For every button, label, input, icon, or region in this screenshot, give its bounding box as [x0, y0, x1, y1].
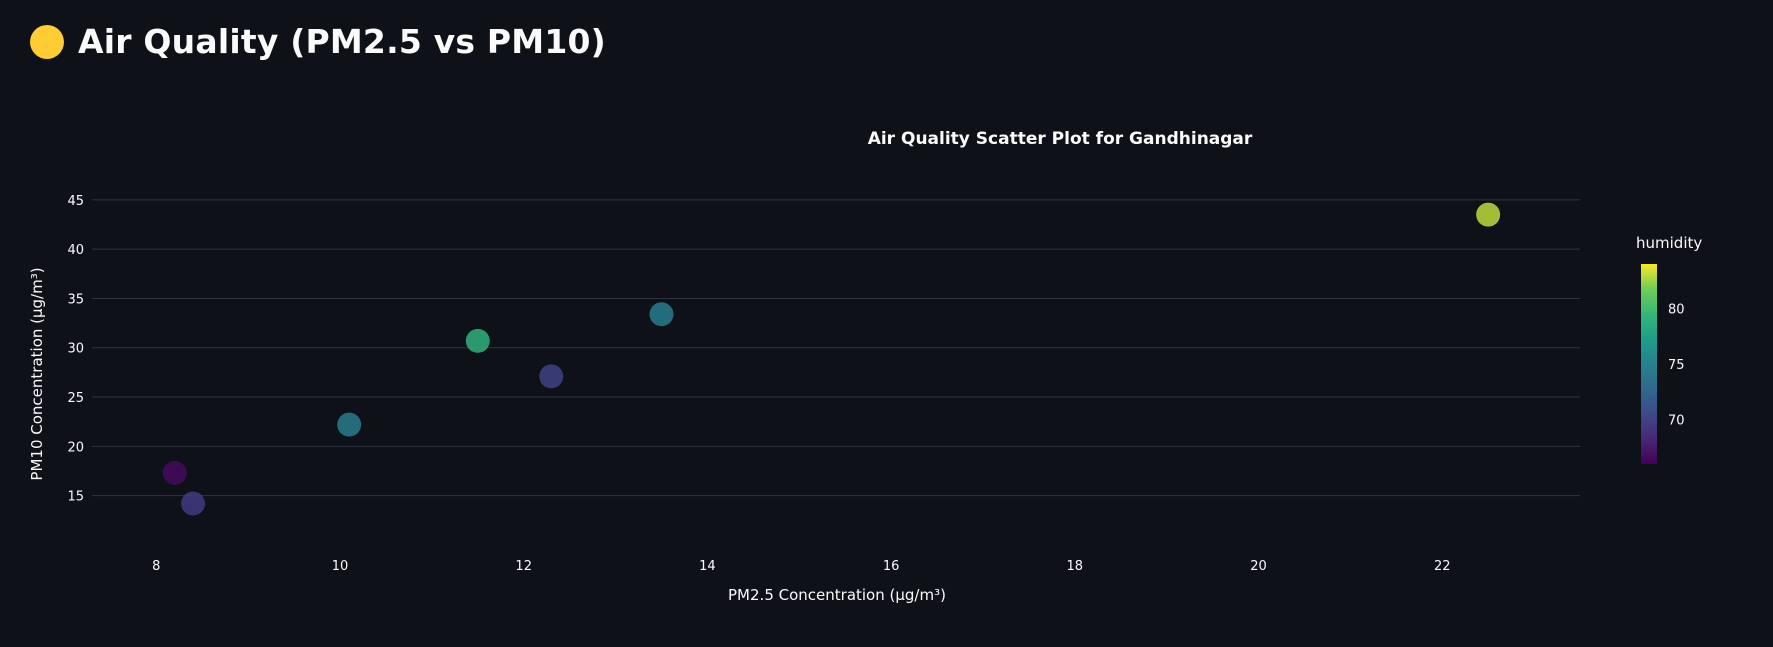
x-tick-label: 14 [699, 559, 716, 574]
colorbar-gradient [1641, 264, 1657, 464]
scatter-point[interactable] [465, 328, 490, 353]
y-tick-label: 20 [67, 440, 84, 455]
x-tick-label: 16 [883, 559, 900, 574]
y-tick-label: 45 [67, 194, 84, 209]
x-tick-label: 22 [1434, 559, 1451, 574]
colorbar-tick-label: 75 [1668, 358, 1685, 373]
grid-lines [92, 199, 1580, 497]
chart-container: Air Quality Scatter Plot for Gandhinagar… [0, 0, 1773, 643]
y-axis-label: PM10 Concentration (µg/m³) [28, 267, 46, 480]
x-tick-label: 20 [1250, 559, 1267, 574]
scatter-point[interactable] [162, 460, 187, 485]
y-tick-label: 35 [67, 292, 84, 307]
y-tick-label: 40 [67, 243, 84, 258]
y-tick-label: 30 [67, 342, 84, 357]
scatter-point[interactable] [539, 364, 564, 389]
y-tick-label: 25 [67, 391, 84, 406]
colorbar-tick-label: 70 [1668, 414, 1685, 429]
scatter-chart[interactable]: Air Quality Scatter Plot for Gandhinagar… [0, 0, 1773, 643]
y-axis-ticks: 15 20 25 30 35 40 45 [67, 194, 84, 505]
scatter-point[interactable] [649, 302, 674, 327]
x-tick-label: 8 [152, 559, 160, 574]
scatter-point[interactable] [1476, 202, 1501, 227]
y-tick-label: 15 [67, 490, 84, 505]
scatter-point[interactable] [181, 491, 206, 516]
x-tick-label: 12 [515, 559, 532, 574]
x-axis-label: PM2.5 Concentration (µg/m³) [728, 586, 946, 604]
colorbar-ticks: 70 75 80 [1668, 302, 1685, 428]
chart-title: Air Quality Scatter Plot for Gandhinagar [868, 129, 1253, 149]
x-axis-ticks: 8 10 12 14 16 18 20 22 [152, 559, 1450, 574]
colorbar-tick-label: 80 [1668, 302, 1685, 317]
x-tick-label: 18 [1067, 559, 1084, 574]
colorbar: humidity 70 75 80 [1636, 234, 1702, 464]
colorbar-title: humidity [1636, 234, 1702, 252]
x-tick-label: 10 [332, 559, 349, 574]
scatter-point[interactable] [337, 412, 362, 437]
